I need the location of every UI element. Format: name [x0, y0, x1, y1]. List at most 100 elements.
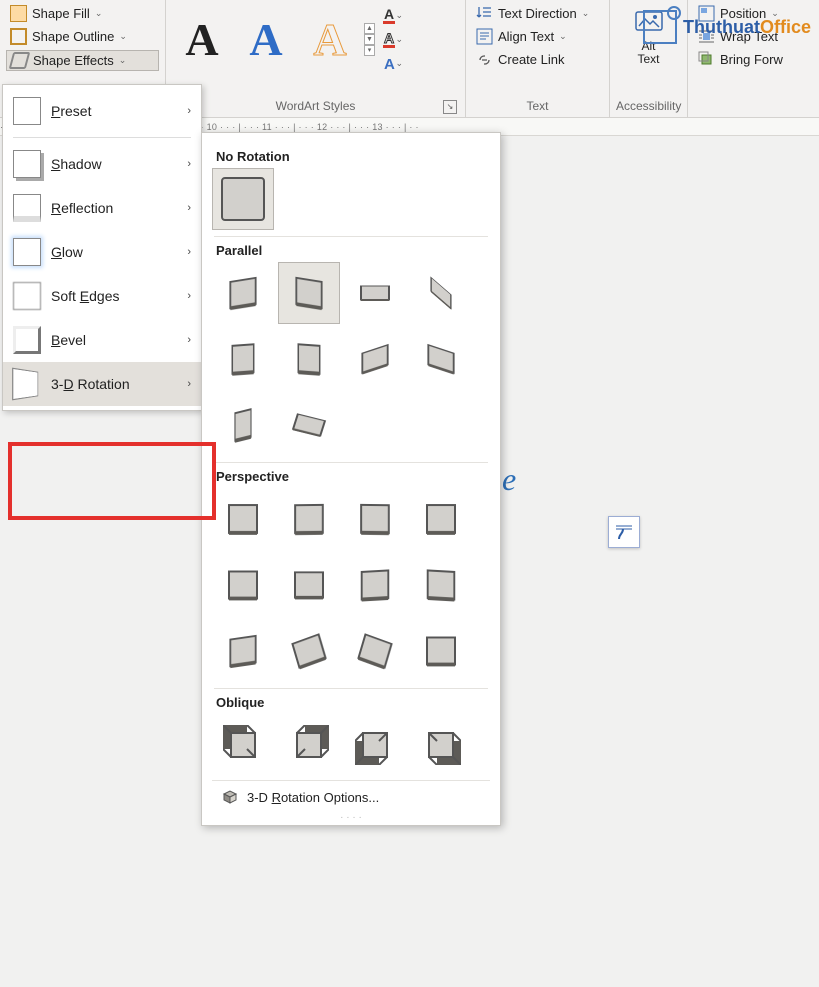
shadow-icon [13, 150, 41, 178]
parallel-r2-4[interactable] [410, 328, 472, 390]
parallel-r1-4[interactable] [410, 262, 472, 324]
rotation-options-icon [220, 789, 237, 806]
effects-menu-rotation[interactable]: 3-D Rotation › [3, 362, 201, 406]
perspective-r2-3[interactable] [344, 554, 406, 616]
divider [13, 137, 191, 138]
section-perspective: Perspective [216, 469, 490, 484]
perspective-r3-3[interactable] [344, 620, 406, 682]
wordart-style-1[interactable]: A [172, 9, 232, 69]
section-parallel: Parallel [216, 243, 490, 258]
chevron-right-icon: › [187, 105, 191, 117]
text-direction-icon [476, 5, 493, 22]
menu-item-label: Preset [51, 103, 91, 119]
chevron-down-icon: ⌄ [582, 8, 590, 19]
link-icon [476, 51, 493, 68]
wordart-style-2[interactable]: A [236, 9, 296, 69]
svg-text:A: A [384, 30, 394, 46]
chevron-right-icon: › [187, 202, 191, 214]
align-text-icon [476, 28, 493, 45]
layout-options-button[interactable] [608, 516, 640, 548]
perspective-r1-3[interactable] [344, 488, 406, 550]
resize-grip[interactable]: · · · · [212, 812, 490, 823]
watermark-icon [643, 10, 677, 44]
rotation-submenu: No Rotation Parallel [201, 132, 501, 826]
dialog-launcher-wordart[interactable]: ↘ [443, 100, 457, 114]
effects-menu-glow[interactable]: Glow› [3, 230, 201, 274]
chevron-down-icon: ⌄ [95, 8, 103, 19]
group-wordart-label: WordArt Styles ↘ [172, 97, 459, 117]
gallery-up-icon[interactable]: ▲ [364, 23, 375, 34]
effects-menu-reflection[interactable]: Reflection › [3, 186, 201, 230]
perspective-r1-2[interactable] [278, 488, 340, 550]
chevron-down-icon: ⌄ [119, 31, 127, 42]
gallery-down-icon[interactable]: ▼ [364, 34, 375, 45]
divider [214, 236, 488, 237]
oblique-4[interactable] [410, 714, 472, 776]
effects-menu-preset[interactable]: Preset › [3, 89, 201, 133]
menu-item-label: Reflection [51, 200, 113, 216]
chevron-down-icon: ⌄ [395, 10, 403, 21]
chevron-down-icon: ⌄ [395, 58, 403, 69]
perspective-r3-1[interactable] [212, 620, 274, 682]
text-fill-icon: A [381, 5, 395, 25]
align-text-button[interactable]: Align Text ⌄ [472, 27, 603, 46]
menu-item-label: 3-D Rotation [51, 376, 130, 392]
parallel-r3-2[interactable] [278, 394, 340, 456]
perspective-r2-4[interactable] [410, 554, 472, 616]
wordart-gallery-scroll: ▲ ▼ ▾ [364, 23, 375, 56]
chevron-right-icon: › [187, 334, 191, 346]
text-outline-icon: A [381, 29, 395, 49]
layout-options-icon [613, 521, 635, 543]
shape-fill-button[interactable]: Shape Fill ⌄ [6, 4, 159, 23]
perspective-r3-4[interactable] [410, 620, 472, 682]
effects-menu-bevel[interactable]: Bevel › [3, 318, 201, 362]
bring-forward-label: Bring Forw [720, 52, 783, 67]
parallel-r2-3[interactable] [344, 328, 406, 390]
parallel-r3-1[interactable] [212, 394, 274, 456]
effects-menu-shadow[interactable]: Shadow› [3, 142, 201, 186]
parallel-r1-2[interactable] [278, 262, 340, 324]
parallel-r1-3[interactable] [344, 262, 406, 324]
text-fill-button[interactable]: A ⌄ [381, 4, 403, 26]
text-effects-button[interactable]: A ⌄ [381, 52, 403, 74]
chevron-right-icon: › [187, 378, 191, 390]
parallel-r2-2[interactable] [278, 328, 340, 390]
document-content-partial: e [502, 461, 516, 498]
perspective-r2-1[interactable] [212, 554, 274, 616]
bring-forward-button[interactable]: Bring Forw [694, 50, 813, 69]
perspective-r3-2[interactable] [278, 620, 340, 682]
section-no-rotation: No Rotation [216, 149, 490, 164]
shape-outline-icon [10, 28, 27, 45]
menu-item-label: Shadow [51, 156, 102, 172]
oblique-1[interactable] [212, 714, 274, 776]
parallel-r2-1[interactable] [212, 328, 274, 390]
gallery-more-icon[interactable]: ▾ [364, 45, 375, 56]
perspective-r1-1[interactable] [212, 488, 274, 550]
menu-item-label: Glow [51, 244, 83, 260]
menu-item-label: Soft Edges [51, 288, 120, 304]
group-arrange-label [694, 97, 813, 117]
shape-effects-button[interactable]: Shape Effects ⌄ [6, 50, 159, 71]
perspective-r1-4[interactable] [410, 488, 472, 550]
bevel-icon [13, 326, 41, 354]
align-text-label: Align Text [498, 29, 554, 44]
oblique-3[interactable] [344, 714, 406, 776]
rotation-options-button[interactable]: 3-D Rotation Options... [212, 780, 490, 814]
create-link-button[interactable]: Create Link [472, 50, 603, 69]
parallel-r1-1[interactable] [212, 262, 274, 324]
perspective-r2-2[interactable] [278, 554, 340, 616]
svg-text:A: A [384, 6, 394, 22]
wordart-style-3[interactable]: A [300, 9, 360, 69]
rotation-none[interactable] [212, 168, 274, 230]
text-outline-button[interactable]: A ⌄ [381, 28, 403, 50]
shape-outline-button[interactable]: Shape Outline ⌄ [6, 27, 159, 46]
text-direction-button[interactable]: Text Direction ⌄ [472, 4, 603, 23]
divider [214, 688, 488, 689]
group-text-label: Text [472, 97, 603, 117]
shape-effects-label: Shape Effects [33, 53, 114, 68]
effects-menu-softedges[interactable]: Soft Edges› [3, 274, 201, 318]
shape-fill-label: Shape Fill [32, 6, 90, 21]
preset-icon [13, 97, 41, 125]
menu-item-label: Bevel [51, 332, 86, 348]
oblique-2[interactable] [278, 714, 340, 776]
